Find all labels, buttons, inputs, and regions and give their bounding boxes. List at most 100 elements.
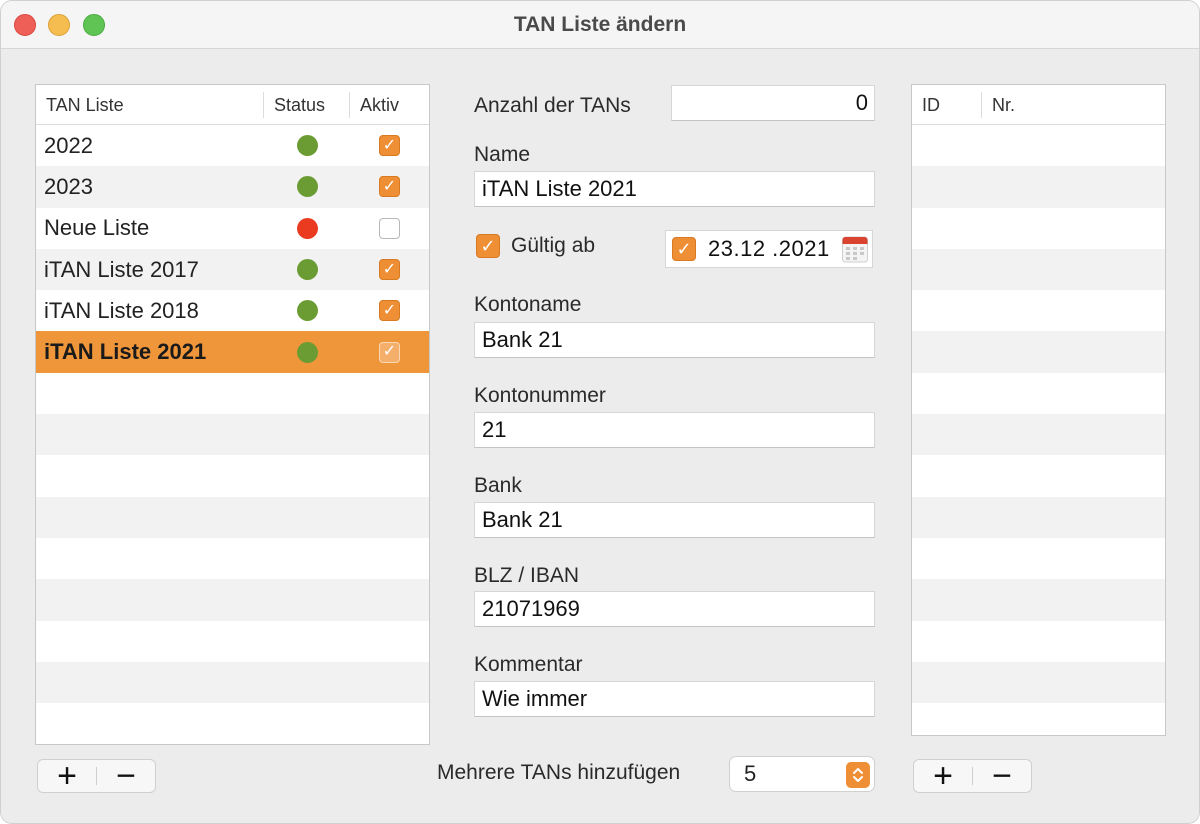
aktiv-checkbox[interactable]: ✓ [379,300,400,322]
gueltig-label: Gültig ab [511,234,596,257]
tan-entries-body [912,125,1165,735]
empty-table-row [912,496,1165,538]
kommentar-field[interactable]: Wie immer [474,681,875,717]
tan-list-name: iTAN Liste 2017 [44,256,199,282]
table-row[interactable]: 2022 ✓ [36,125,429,166]
name-label: Name [474,143,531,166]
empty-table-row [36,455,429,496]
empty-table-row [912,661,1165,704]
tan-list-name: 2023 [44,173,93,199]
empty-table-row [912,373,1165,414]
empty-table-row [912,455,1165,496]
tan-list-add-remove-control: + − [37,759,156,793]
empty-table-row [912,290,1165,331]
aktiv-cell [350,217,429,239]
tan-list-name: iTAN Liste 2021 [44,339,207,365]
column-header-nr[interactable]: Nr. [982,92,1165,118]
empty-table-row [912,621,1165,662]
empty-table-row [912,579,1165,621]
aktiv-cell: ✓ [350,176,429,198]
kontoname-field[interactable]: Bank 21 [474,322,875,358]
anzahl-field[interactable]: 0 [671,85,875,121]
mehrere-tans-popup[interactable]: 5 [729,756,875,792]
bank-label: Bank [474,474,522,497]
mehrere-tans-value: 5 [744,761,757,786]
aktiv-cell: ✓ [350,300,429,322]
window-content: TAN Liste Status Aktiv 2022 ✓ 2023 ✓ Neue Li… [1,50,1199,823]
up-down-chevron-icon[interactable] [846,762,870,788]
status-dot-icon [296,176,318,198]
empty-table-row [912,414,1165,456]
kontonummer-field[interactable]: 21 [474,412,875,448]
tan-list-table[interactable]: TAN Liste Status Aktiv 2022 ✓ 2023 ✓ Neue Li… [35,84,430,745]
tan-entries-table[interactable]: ID Nr. [911,84,1166,736]
status-dot-icon [296,217,318,239]
date-value[interactable]: 23.12 .2021 [708,236,830,262]
gueltig-checkbox[interactable]: ✓ [476,234,500,258]
kommentar-label: Kommentar [474,653,583,676]
remove-list-button[interactable]: − [97,759,155,793]
tan-list-name: iTAN Liste 2018 [44,297,199,323]
table-row[interactable]: 2023 ✓ [36,166,429,208]
table-row[interactable]: Neue Liste [36,208,429,249]
tan-entries-add-remove-control: + − [913,759,1032,793]
mehrere-tans-label: Mehrere TANs hinzufügen [437,761,681,784]
empty-table-row [36,496,429,538]
status-cell [264,259,350,281]
empty-table-row [36,579,429,621]
add-tan-button[interactable]: + [914,759,972,793]
table-row[interactable]: iTAN Liste 2018 ✓ [36,290,429,331]
empty-table-row [36,703,429,744]
blz-iban-label: BLZ / IBAN [474,564,580,587]
date-picker[interactable]: ✓ 23.12 .2021 [665,230,873,268]
tan-list-name: 2022 [44,132,93,158]
window-title: TAN Liste ändern [513,13,687,36]
bank-field[interactable]: Bank 21 [474,502,875,538]
column-header-tan-liste[interactable]: TAN Liste [36,91,264,118]
tan-list-name: Neue Liste [44,215,150,241]
empty-table-row [36,621,429,662]
empty-table-row [912,125,1165,166]
tan-liste-window: TAN Liste ändern TAN Liste Status Aktiv … [0,0,1200,824]
kontonummer-label: Kontonummer [474,384,606,407]
aktiv-checkbox[interactable]: ✓ [379,176,400,198]
empty-table-row [36,373,429,414]
column-header-status[interactable]: Status [264,91,350,118]
name-field[interactable]: iTAN Liste 2021 [474,171,875,207]
empty-table-row [912,208,1165,249]
gueltig-checkbox-row[interactable]: ✓ Gültig ab [476,234,595,258]
table-row[interactable]: iTAN Liste 2021 ✓ [36,331,429,373]
anzahl-label: Anzahl der TANs [474,94,631,117]
empty-table-row [36,538,429,579]
aktiv-cell: ✓ [350,341,429,363]
tan-entries-header: ID Nr. [912,85,1165,125]
column-header-aktiv[interactable]: Aktiv [350,92,429,118]
empty-table-row [912,331,1165,373]
status-cell [264,135,350,157]
calendar-icon[interactable] [841,235,868,263]
column-header-id[interactable]: ID [912,91,982,118]
date-checkbox[interactable]: ✓ [672,237,696,261]
status-dot-icon [296,135,318,157]
status-cell [264,217,350,239]
status-dot-icon [296,300,318,322]
aktiv-cell: ✓ [350,135,429,157]
add-list-button[interactable]: + [38,759,96,793]
empty-table-row [912,248,1165,291]
kontoname-label: Kontoname [474,293,582,316]
title-bar: TAN Liste ändern [1,1,1199,49]
table-body: 2022 ✓ 2023 ✓ Neue Liste iTAN Liste 2017 ✓ iTAN… [36,125,429,744]
blz-iban-field[interactable]: 21071969 [474,591,875,627]
aktiv-checkbox[interactable] [379,217,400,239]
aktiv-cell: ✓ [350,259,429,281]
aktiv-checkbox[interactable]: ✓ [379,259,400,281]
remove-tan-button[interactable]: − [973,759,1031,793]
status-dot-icon [296,259,318,281]
table-row[interactable]: iTAN Liste 2017 ✓ [36,248,429,291]
status-cell [264,176,350,198]
aktiv-checkbox[interactable]: ✓ [379,341,400,363]
status-cell [264,341,350,363]
empty-table-row [36,414,429,456]
empty-table-row [912,703,1165,735]
aktiv-checkbox[interactable]: ✓ [379,135,400,157]
